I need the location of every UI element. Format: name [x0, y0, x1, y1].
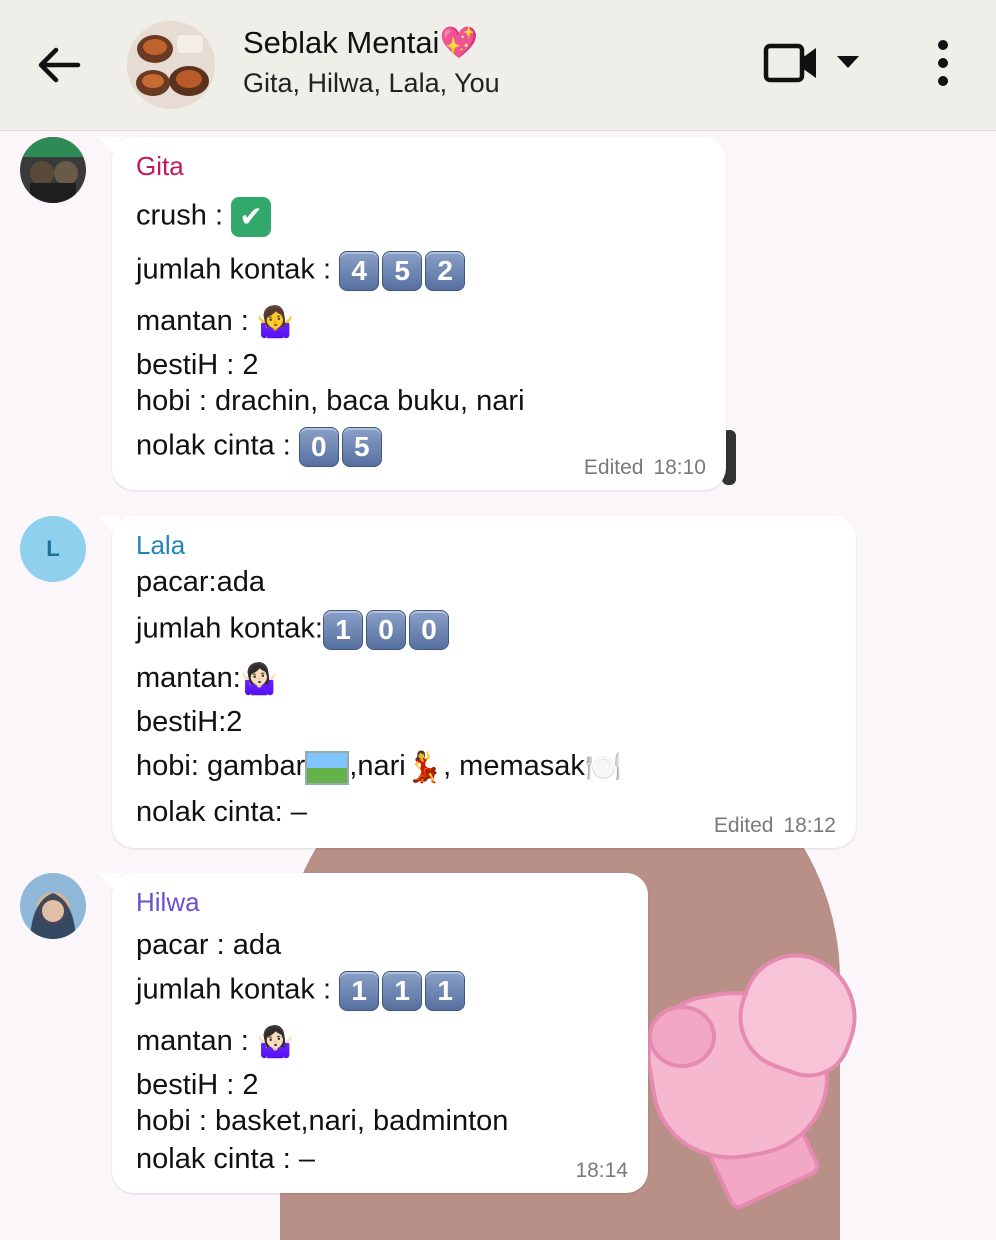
sender-name[interactable]: Lala [136, 530, 185, 561]
message-line: bestiH:2 [136, 706, 243, 738]
dancer-icon: 💃 [405, 751, 444, 784]
message-line: jumlah kontak: 1 0 0 [136, 610, 452, 650]
line-text: mantan : [136, 305, 257, 338]
more-vertical-icon [938, 40, 948, 86]
avatar-lala[interactable]: L [20, 516, 86, 582]
check-mark-icon: ✔ [231, 197, 272, 237]
message-bubble[interactable]: Lala pacar:ada jumlah kontak: 1 0 0 mantan:… [98, 516, 856, 848]
line-text: jumlah kontak : [136, 973, 340, 1006]
message-time: 18:10 [653, 456, 706, 479]
message-meta: Edited 18:12 [714, 814, 836, 838]
chat-header: Seblak Mentai💖 Gita, Hilwa, Lala, You [0, 0, 996, 131]
more-options-button[interactable] [924, 36, 962, 92]
wallpaper-bow-knot [648, 1005, 716, 1068]
keycap-digit: 1 [425, 971, 466, 1011]
line-text: jumlah kontak: [136, 612, 323, 645]
message-line: nolak cinta : 05 [136, 427, 385, 467]
line-text: nolak cinta : [136, 429, 299, 462]
line-text: , memasak [443, 750, 585, 783]
chevron-down-icon [837, 56, 859, 68]
shrug-person-icon: 🤷🏻‍♀️ [240, 663, 279, 696]
message-line: mantan : 🤷‍♀️ [136, 305, 294, 340]
message-line: jumlah kontak : 452 [136, 251, 468, 291]
call-options-dropdown[interactable] [834, 52, 862, 72]
chat-title[interactable]: Seblak Mentai💖 [243, 24, 478, 61]
framed-picture-icon [305, 750, 350, 785]
message-line: jumlah kontak : 111 [136, 971, 468, 1011]
video-call-button[interactable] [762, 38, 822, 88]
message-line: bestiH : 2 [136, 349, 259, 381]
message-bubble[interactable]: Hilwa pacar : ada jumlah kontak : 111 ma… [98, 873, 648, 1193]
edited-label: Edited [583, 456, 644, 479]
message-line: nolak cinta : – [136, 1143, 315, 1175]
message-line: pacar : ada [136, 929, 282, 961]
avatar-letter: L [46, 536, 60, 561]
food-photo-icon [127, 21, 215, 109]
message-line: crush : ✔ [136, 197, 272, 237]
message-bubble[interactable]: Gita crush : ✔ jumlah kontak : 452 manta… [98, 137, 726, 490]
shrug-person-icon: 🤷🏻‍♀️ [256, 1026, 295, 1059]
avatar-hilwa[interactable] [20, 873, 86, 939]
keycap-digit: 0 [366, 610, 406, 650]
keycap-digit: 4 [339, 251, 380, 291]
message-meta: Edited 18:10 [584, 456, 706, 480]
line-text: mantan: [136, 662, 241, 695]
message-time: 18:14 [575, 1159, 628, 1182]
message-line: bestiH : 2 [136, 1069, 259, 1101]
keycap-digit: 5 [341, 427, 382, 467]
keycap-digit: 1 [382, 971, 423, 1011]
sender-name[interactable]: Gita [136, 151, 184, 182]
message-meta: 18:14 [575, 1159, 628, 1183]
back-arrow-icon [38, 47, 81, 83]
message-line: hobi : basket,nari, badminton [136, 1105, 509, 1137]
profile-photo-icon [20, 137, 86, 203]
line-text: ,nari [349, 750, 406, 783]
message-line: mantan : 🤷🏻‍♀️ [136, 1025, 294, 1060]
message-line: mantan:🤷🏻‍♀️ [136, 662, 278, 697]
group-avatar[interactable] [127, 21, 215, 109]
message-time: 18:12 [783, 814, 836, 837]
profile-photo-icon [20, 873, 86, 939]
back-button[interactable] [30, 38, 90, 93]
line-text: hobi: gambar [136, 750, 306, 783]
line-text: jumlah kontak : [136, 253, 340, 286]
keycap-digit: 5 [382, 251, 423, 291]
message-line: hobi: gambar ,nari💃, memasak🍽️ [136, 750, 622, 785]
avatar-gita[interactable] [20, 137, 86, 203]
plate-cutlery-icon: 🍽️ [584, 751, 623, 784]
keycap-digit: 1 [323, 610, 363, 650]
video-camera-icon [763, 43, 816, 83]
message-line: hobi : drachin, baca buku, nari [136, 385, 525, 417]
line-text: crush : [136, 199, 232, 232]
message-line: nolak cinta: – [136, 796, 307, 828]
message-line: pacar:ada [136, 566, 265, 598]
edited-label: Edited [713, 814, 774, 837]
chat-members[interactable]: Gita, Hilwa, Lala, You [243, 68, 500, 99]
keycap-digit: 1 [339, 971, 380, 1011]
keycap-digit: 2 [425, 251, 466, 291]
keycap-digit: 0 [409, 610, 449, 650]
shrug-person-icon: 🤷‍♀️ [256, 306, 295, 339]
keycap-digit: 0 [298, 427, 339, 467]
line-text: mantan : [136, 1025, 257, 1058]
sender-name[interactable]: Hilwa [136, 887, 200, 918]
